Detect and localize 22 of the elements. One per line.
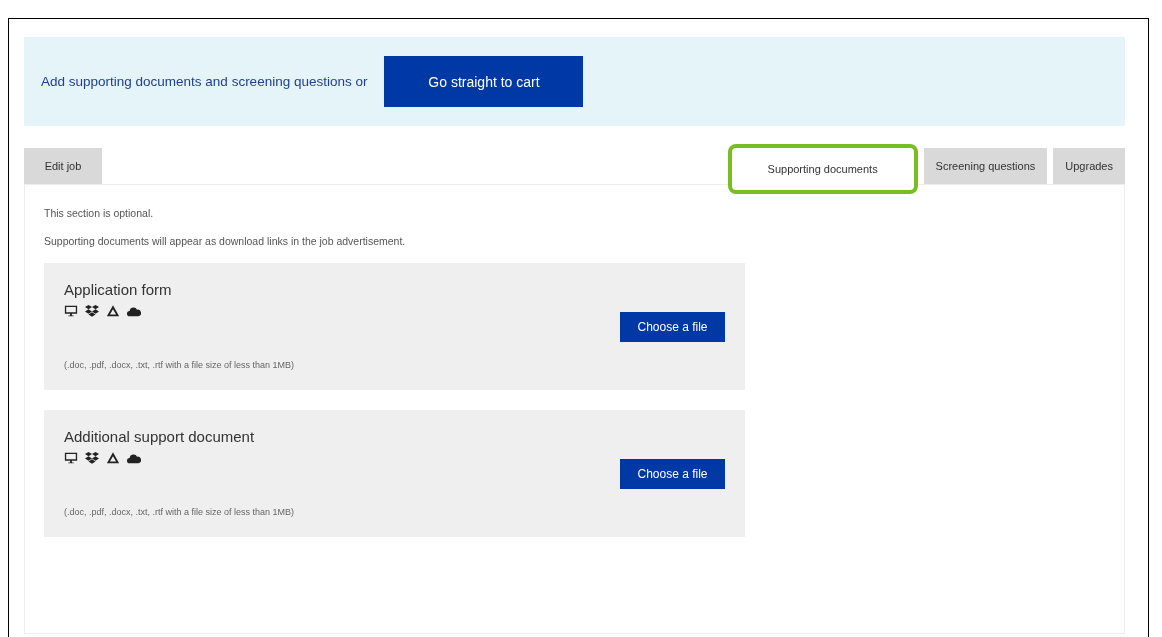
cloud-icon[interactable]	[127, 451, 141, 465]
dropbox-icon[interactable]	[85, 304, 99, 318]
tab[interactable]: Edit job	[24, 148, 102, 184]
triangle-icon[interactable]	[106, 304, 120, 318]
cart-button[interactable]: Go straight to cart	[384, 56, 584, 107]
banner-text: Add supporting documents and screening questions or	[41, 74, 368, 89]
monitor-icon[interactable]	[64, 304, 78, 318]
triangle-icon[interactable]	[106, 451, 120, 465]
choose-file-button[interactable]: Choose a file	[620, 312, 725, 342]
tab[interactable]: Screening questions	[923, 148, 1048, 184]
file-format-hint: (.doc, .pdf, .docx, .txt, .rtf with a file size of less than 1MB)	[64, 360, 295, 370]
info-text: Supporting documents will appear as download links in the job advertisement.	[44, 235, 407, 247]
upload-title: Application form	[64, 281, 173, 298]
cloud-icon[interactable]	[127, 304, 141, 318]
choose-file-button[interactable]: Choose a file	[620, 459, 725, 489]
info-text: This section is optional.	[44, 207, 155, 219]
dropbox-icon[interactable]	[85, 451, 99, 465]
file-format-hint: (.doc, .pdf, .docx, .txt, .rtf with a file size of less than 1MB)	[64, 507, 295, 517]
monitor-icon[interactable]	[64, 451, 78, 465]
tab[interactable]: Supporting documents	[727, 144, 918, 194]
upload-title: Additional support document	[64, 428, 256, 445]
tab[interactable]: Upgrades	[1053, 148, 1125, 184]
